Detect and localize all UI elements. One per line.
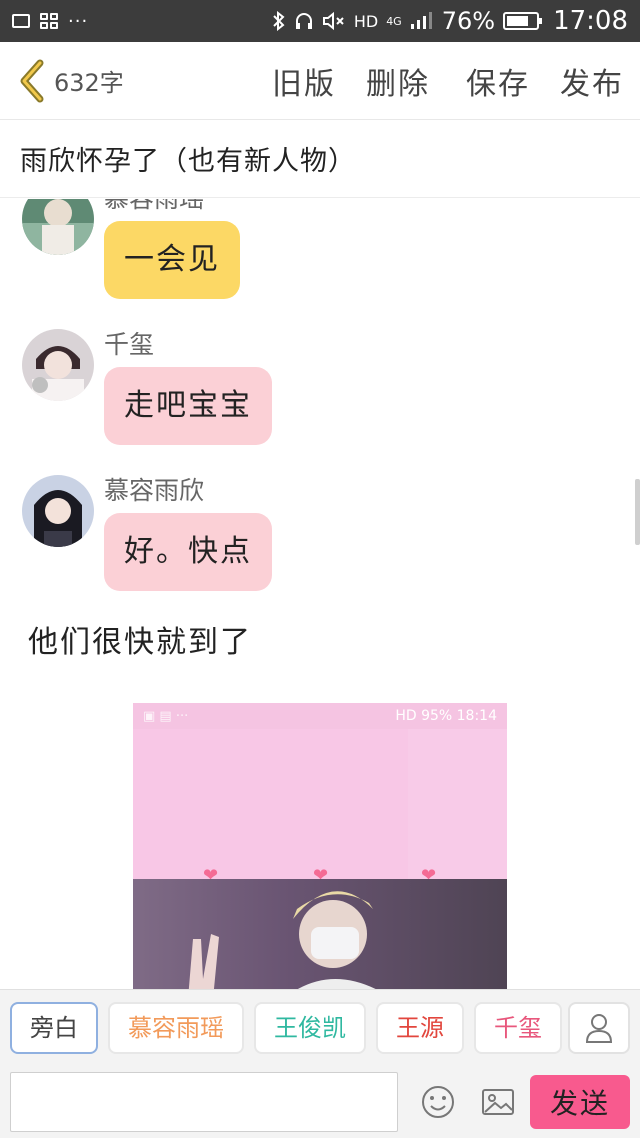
story-title: 雨欣怀孕了（也有新人物） [20,146,356,177]
more-notifications: ··· [68,10,89,32]
battery-percent: 76% [441,7,496,35]
sender-name: 千玺 [104,330,155,359]
message-bubble[interactable]: 走吧宝宝 [104,367,272,445]
embedded-status-bar: ▣ ▤ ··· HD 95% 18:14 [133,703,507,729]
avatar[interactable] [22,199,94,255]
message-input[interactable] [10,1071,398,1132]
mute-icon [322,11,344,31]
emoji-button[interactable] [418,1082,458,1122]
save-button[interactable]: 保存 [466,59,530,103]
avatar-image [22,199,94,255]
delete-button[interactable]: 删除 [366,59,430,103]
role-qianxi[interactable]: 千玺 [474,1001,562,1054]
publish-button[interactable]: 发布 [560,59,624,103]
avatar-image [22,475,94,547]
old-version-button[interactable]: 旧版 [272,59,336,103]
editor-header: 632字 旧版 删除 保存 发布 [0,42,640,120]
scrollbar[interactable] [635,479,640,545]
signal-icon [410,12,432,29]
role-wang-junkai[interactable]: 王俊凯 [254,1001,366,1054]
word-count: 632字 [54,69,124,97]
avatar-image [22,329,94,401]
role-wang-yuan[interactable]: 王源 [376,1001,464,1054]
story-title-row[interactable]: 雨欣怀孕了（也有新人物） [0,120,640,198]
smiley-icon [422,1085,454,1118]
clock: 17:08 [553,6,628,36]
image-icon [482,1088,514,1115]
sender-name: 慕容雨欣 [104,476,205,505]
message-bubble[interactable]: 好。快点 [104,513,272,591]
narration-text[interactable]: 他们很快就到了 [28,617,252,661]
hd-indicator: HD [353,11,379,31]
chat-area[interactable]: 慕容雨瑶 一会见 千玺 走吧宝宝 [0,199,640,989]
chat-message[interactable]: 慕容雨欣 好。快点 [22,475,272,591]
embedded-photo [133,879,507,989]
sender-name: 慕容雨瑶 [104,199,240,215]
image-button[interactable] [478,1082,518,1122]
back-button[interactable] [16,57,48,105]
role-murong-yuyao[interactable]: 慕容雨瑶 [108,1001,244,1054]
headphones-icon [295,13,312,29]
network-type: 4G [386,14,402,28]
role-narrator[interactable]: 旁白 [10,1001,98,1054]
chevron-left-icon [20,59,44,102]
status-bar: ··· HD 4G 76% 17:08 [0,0,640,42]
user-icon [585,1014,613,1043]
manage-roles-button[interactable] [568,1002,630,1054]
chat-message[interactable]: 千玺 走吧宝宝 [22,329,272,445]
image-notification-icon [12,14,30,28]
message-bubble[interactable]: 一会见 [104,221,240,299]
role-selector: 旁白 慕容雨瑶 王俊凯 王源 千玺 [0,989,640,1065]
app-grid-icon [40,13,58,29]
embedded-screenshot[interactable]: ▣ ▤ ··· HD 95% 18:14 ❤ ❤ ❤ [133,703,507,989]
avatar[interactable] [22,475,94,547]
embedded-status-text: HD 95% 18:14 [395,708,497,724]
battery-icon [503,12,543,30]
avatar[interactable] [22,329,94,401]
bluetooth-icon [273,11,285,31]
chat-message[interactable]: 慕容雨瑶 一会见 [22,199,240,299]
input-bar: 发送 [0,1065,640,1138]
send-button[interactable]: 发送 [530,1074,630,1129]
